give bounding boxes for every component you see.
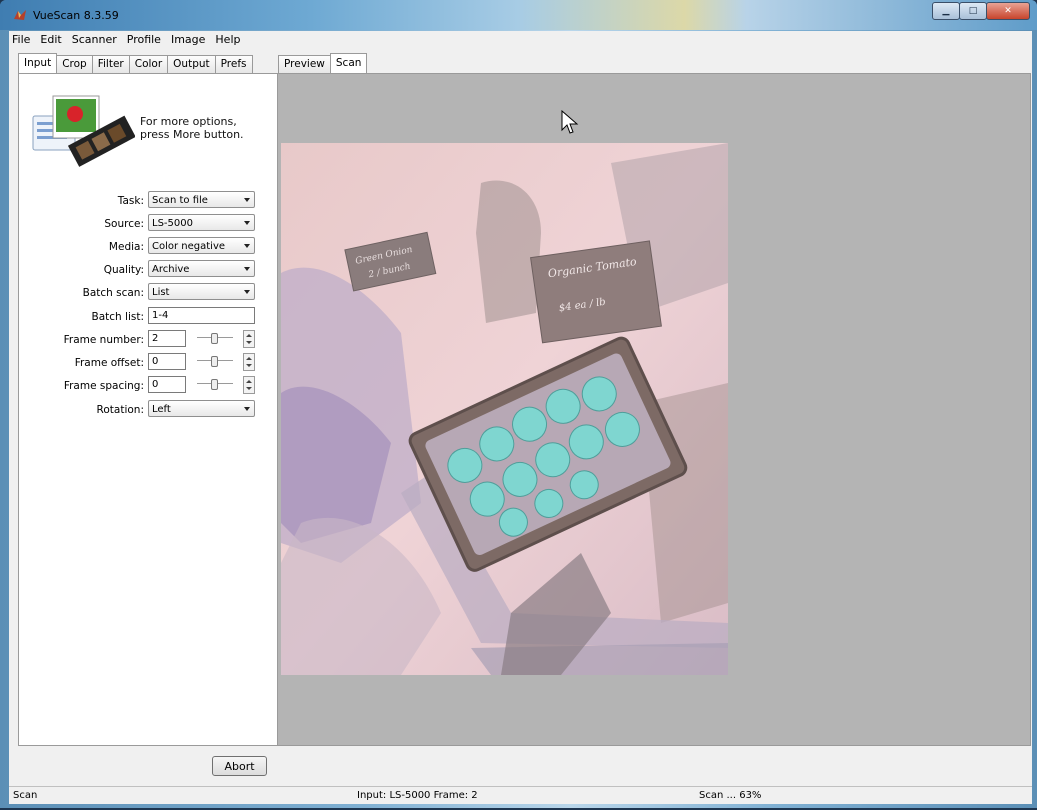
menu-help[interactable]: Help (210, 31, 245, 49)
hint-text: For more options, press More button. (140, 115, 244, 141)
batch-scan-value: List (152, 287, 170, 298)
spin-down-icon[interactable] (246, 364, 252, 367)
input-options-panel: For more options, press More button. Tas… (18, 73, 278, 746)
view-tabs: Preview Scan (278, 53, 368, 73)
frame-spacing-row: Frame spacing: 0 (19, 376, 277, 396)
scanned-image[interactable]: Green Onion 2 / bunch Organic Tomato $4 … (281, 143, 728, 675)
hint-line1: For more options, (140, 115, 237, 128)
task-label: Task: (117, 195, 144, 207)
task-select[interactable]: Scan to file (148, 191, 255, 208)
batch-scan-row: Batch scan: List (19, 283, 277, 303)
media-label: Media: (108, 241, 144, 253)
source-row: Source: LS-5000 (19, 214, 277, 234)
chevron-down-icon (244, 290, 250, 294)
frame-offset-row: Frame offset: 0 (19, 353, 277, 373)
frame-offset-label: Frame offset: (74, 357, 144, 369)
source-label: Source: (104, 218, 144, 230)
source-value: LS-5000 (152, 218, 193, 229)
batch-list-label: Batch list: (91, 311, 144, 323)
quality-select[interactable]: Archive (148, 260, 255, 277)
spin-down-icon[interactable] (246, 341, 252, 344)
spin-up-icon[interactable] (246, 357, 252, 360)
slider-thumb[interactable] (211, 379, 218, 390)
tab-output[interactable]: Output (167, 55, 216, 73)
tab-crop[interactable]: Crop (56, 55, 93, 73)
frame-spacing-label: Frame spacing: (63, 380, 144, 392)
frame-offset-spinner[interactable] (243, 353, 255, 371)
mouse-cursor-icon (561, 110, 579, 134)
maximize-button[interactable]: □ (959, 2, 987, 20)
batch-scan-label: Batch scan: (82, 287, 144, 299)
status-bar: Scan Input: LS-5000 Frame: 2 Scan ... 63… (9, 786, 1032, 804)
menu-image[interactable]: Image (166, 31, 210, 49)
slider-thumb[interactable] (211, 333, 218, 344)
frame-spacing-slider[interactable] (197, 376, 233, 392)
chevron-down-icon (244, 407, 250, 411)
menu-scanner[interactable]: Scanner (67, 31, 122, 49)
tab-preview[interactable]: Preview (278, 55, 331, 73)
quality-label: Quality: (103, 264, 144, 276)
slider-thumb[interactable] (211, 356, 218, 367)
rotation-label: Rotation: (96, 404, 144, 416)
price-tag-organic-tomato: Organic Tomato $4 ea / lb (530, 240, 662, 344)
frame-spacing-input[interactable]: 0 (148, 376, 186, 393)
batch-scan-select[interactable]: List (148, 283, 255, 300)
vuescan-app-icon (14, 10, 26, 20)
chevron-down-icon (244, 198, 250, 202)
task-value: Scan to file (152, 195, 208, 206)
frame-number-slider[interactable] (197, 330, 233, 346)
frame-offset-input[interactable]: 0 (148, 353, 186, 370)
app-window: VueScan 8.3.59 ▁ □ ✕ File Edit Scanner P… (0, 0, 1037, 808)
status-left: Scan (13, 790, 38, 801)
frame-number-row: Frame number: 2 (19, 330, 277, 350)
minimize-button[interactable]: ▁ (932, 2, 960, 20)
minimize-icon: ▁ (942, 6, 950, 16)
frame-number-spinner[interactable] (243, 330, 255, 348)
options-tabs: Input Crop Filter Color Output Prefs (18, 53, 253, 73)
batch-list-row: Batch list: 1-4 (19, 307, 277, 327)
client-area: File Edit Scanner Profile Image Help Inp… (9, 31, 1032, 804)
frame-spacing-spinner[interactable] (243, 376, 255, 394)
chevron-down-icon (244, 244, 250, 248)
rotation-value: Left (152, 404, 171, 415)
quality-value: Archive (152, 264, 190, 275)
chevron-down-icon (244, 221, 250, 225)
task-row: Task: Scan to file (19, 191, 277, 211)
menu-edit[interactable]: Edit (35, 31, 66, 49)
frame-number-input[interactable]: 2 (148, 330, 186, 347)
window-title: VueScan 8.3.59 (33, 9, 119, 22)
spin-up-icon[interactable] (246, 334, 252, 337)
frame-offset-slider[interactable] (197, 353, 233, 369)
close-button[interactable]: ✕ (986, 2, 1030, 20)
tab-prefs[interactable]: Prefs (214, 55, 253, 73)
source-select[interactable]: LS-5000 (148, 214, 255, 231)
tab-input[interactable]: Input (18, 53, 58, 73)
abort-button[interactable]: Abort (212, 756, 267, 776)
menu-file[interactable]: File (9, 31, 35, 49)
media-select[interactable]: Color negative (148, 237, 255, 254)
tab-color[interactable]: Color (128, 55, 169, 73)
rotation-select[interactable]: Left (148, 400, 255, 417)
spin-up-icon[interactable] (246, 380, 252, 383)
title-bar: VueScan 8.3.59 ▁ □ ✕ (0, 0, 1037, 30)
rotation-row: Rotation: Left (19, 400, 277, 420)
hint-line2: press More button. (140, 128, 244, 141)
media-row: Media: Color negative (19, 237, 277, 257)
chevron-down-icon (244, 267, 250, 271)
scan-view: Green Onion 2 / bunch Organic Tomato $4 … (277, 73, 1031, 746)
batch-list-input[interactable]: 1-4 (148, 307, 255, 324)
frame-number-label: Frame number: (63, 334, 144, 346)
scanner-options-icon (32, 95, 135, 167)
menu-profile[interactable]: Profile (122, 31, 166, 49)
quality-row: Quality: Archive (19, 260, 277, 280)
close-icon: ✕ (1004, 6, 1012, 16)
status-input: Input: LS-5000 Frame: 2 (357, 790, 478, 801)
tab-filter[interactable]: Filter (91, 55, 130, 73)
tab-scan[interactable]: Scan (329, 53, 368, 73)
maximize-icon: □ (968, 6, 978, 16)
status-progress: Scan ... 63% (699, 790, 762, 801)
menu-bar: File Edit Scanner Profile Image Help (9, 31, 1032, 49)
media-value: Color negative (152, 241, 226, 252)
spin-down-icon[interactable] (246, 387, 252, 390)
